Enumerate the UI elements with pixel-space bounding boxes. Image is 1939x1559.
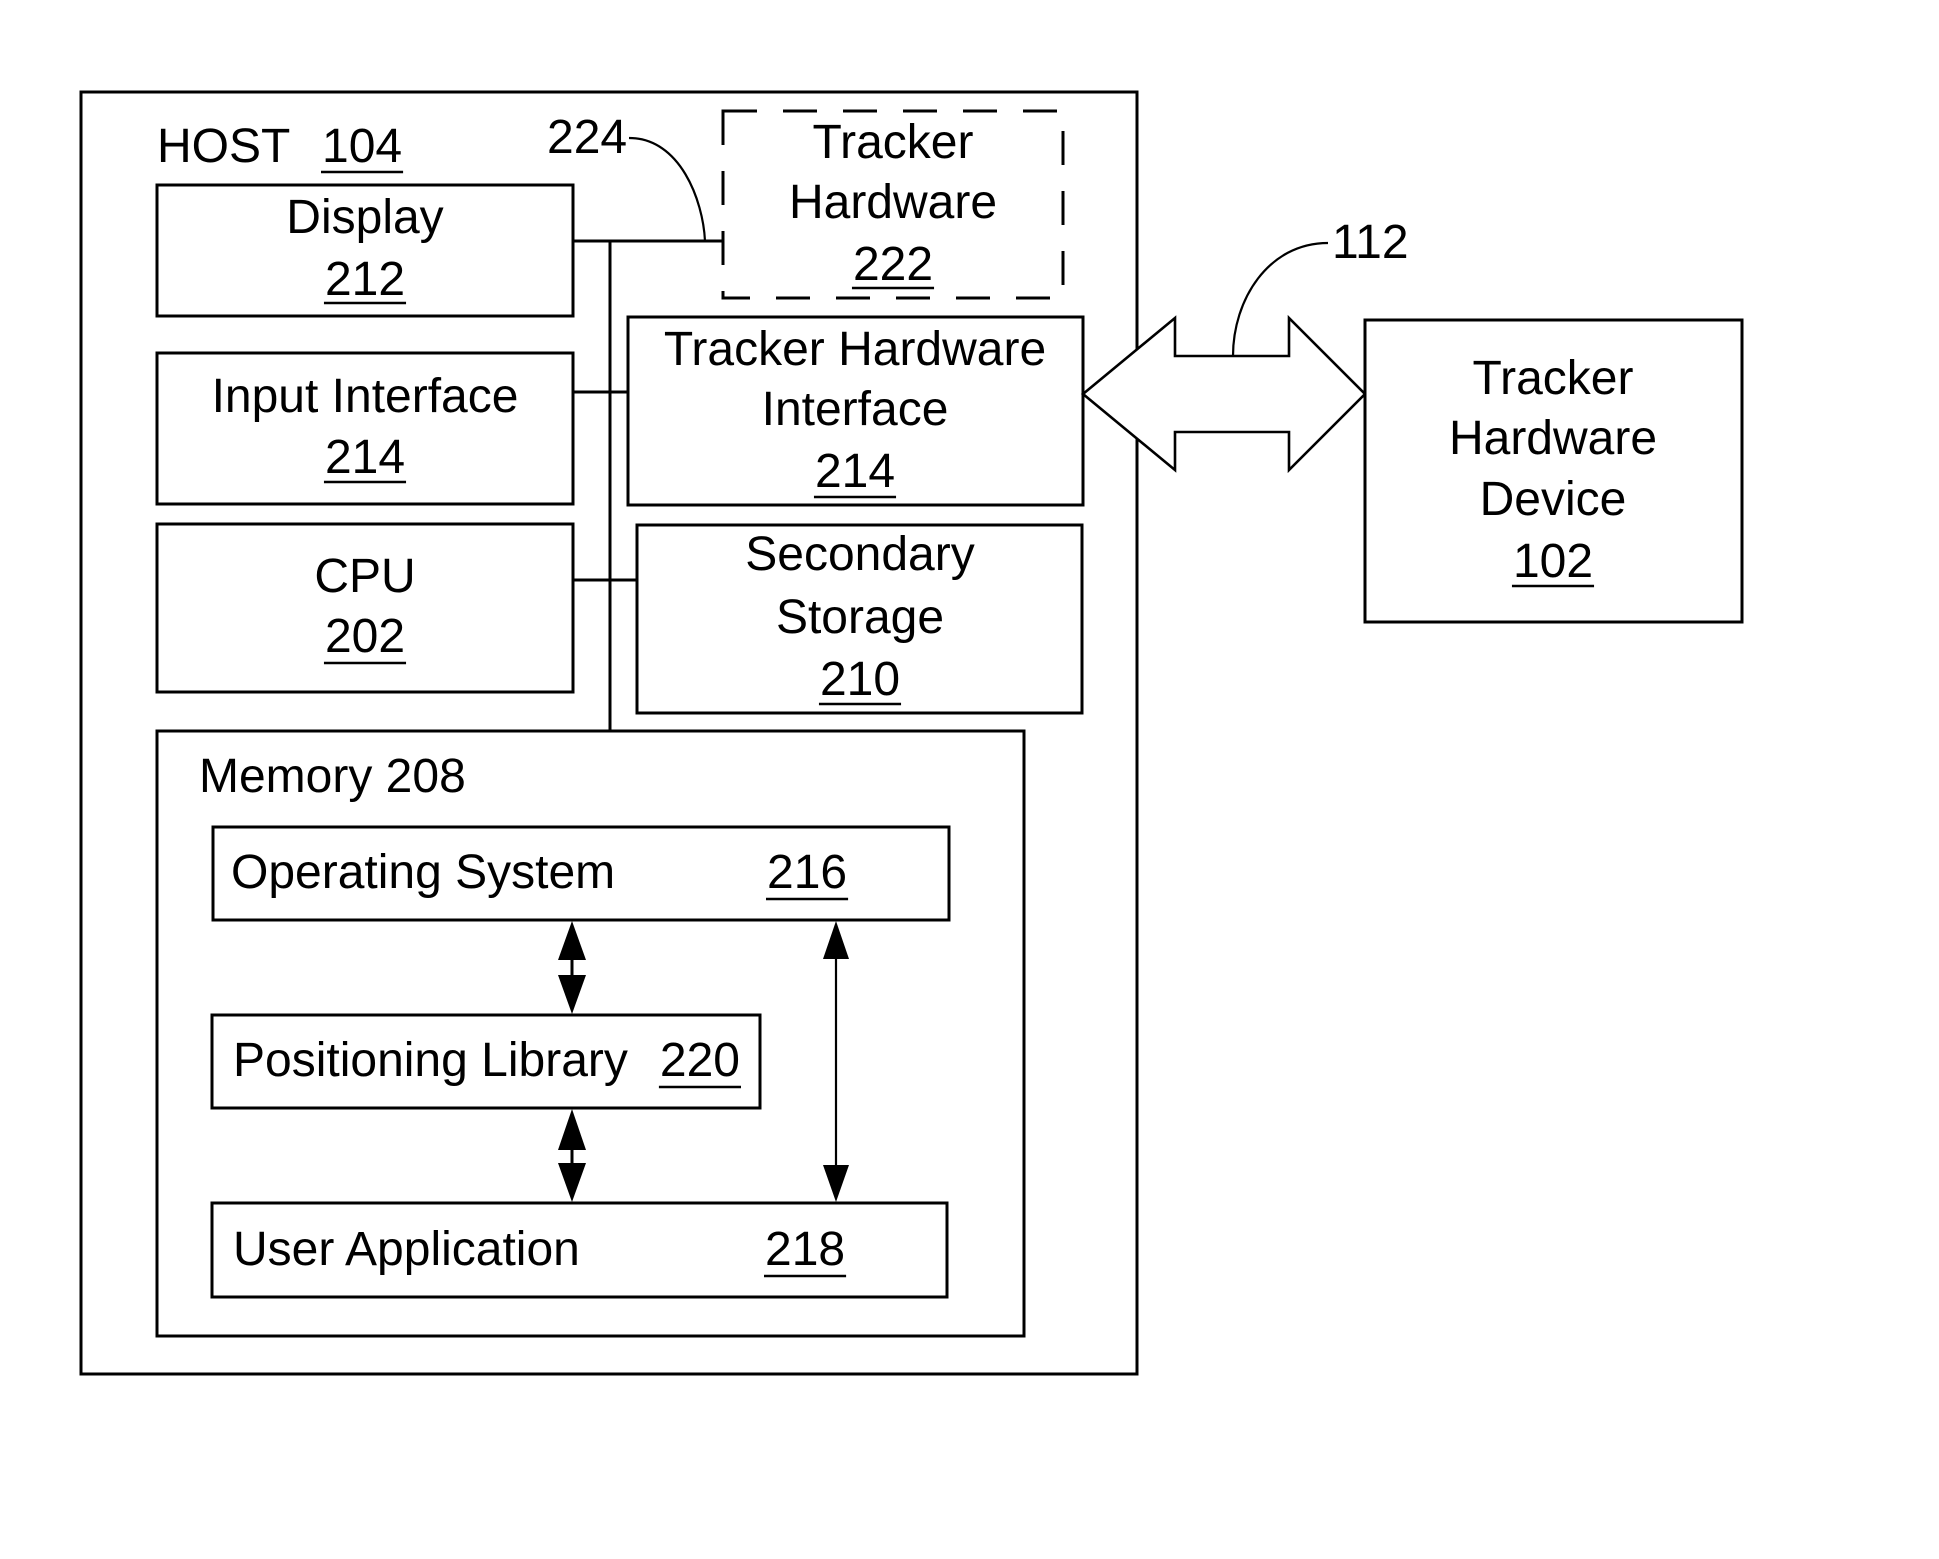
device-label-line-1: Tracker [1473,352,1634,405]
device-label-line-3: Device [1480,473,1627,526]
secondary-storage-ref: 210 [820,653,900,706]
secondary-storage-label-line-1: Secondary [745,528,974,581]
user-application-box: User Application 218 [210,1201,949,1299]
tracker-hardware-interface-box: Tracker Hardware Interface 214 [626,315,1085,507]
cpu-ref: 202 [325,610,405,663]
cpu-label: CPU [314,550,415,603]
bus-ref-label: 224 [547,111,627,164]
secondary-storage-box: Secondary Storage 210 [635,523,1084,715]
secondary-storage-label-line-2: Storage [776,591,944,644]
tracker-hardware-label-line-1: Tracker [813,116,974,169]
display-box: Display 212 [155,183,575,318]
positioning-library-label: Positioning Library [233,1034,628,1087]
operating-system-ref: 216 [767,846,847,899]
tracker-hardware-interface-label-line-2: Interface [762,383,949,436]
input-interface-ref: 214 [325,431,405,484]
operating-system-label: Operating System [231,846,615,899]
display-label: Display [286,191,443,244]
block-diagram: HOST 104 224 Display 212 Input Interface… [79,90,1744,1376]
tracker-hardware-device-box: Tracker Hardware Device 102 [1363,318,1744,624]
user-application-label: User Application [233,1223,580,1276]
user-application-ref: 218 [765,1223,845,1276]
positioning-library-ref: 220 [660,1034,740,1087]
memory-label: Memory 208 [199,750,466,803]
host-label: HOST [157,120,290,173]
device-ref: 102 [1513,535,1593,588]
tracker-hardware-interface-label-line-1: Tracker Hardware [664,323,1046,376]
tracker-hardware-label-line-2: Hardware [789,176,997,229]
connection-ref-leader [1231,241,1329,357]
tracker-hardware-ref: 222 [853,238,933,291]
positioning-library-box: Positioning Library 220 [210,1013,762,1110]
tracker-hardware-interface-ref: 214 [815,445,895,498]
cpu-box: CPU 202 [155,522,575,694]
connection-ref-label: 112 [1332,216,1409,269]
input-interface-label: Input Interface [212,370,519,423]
device-label-line-2: Hardware [1449,412,1657,465]
host-ref: 104 [322,120,402,173]
memory-box: Memory 208 Operating System 216 Position… [155,729,1026,1338]
display-ref: 212 [325,253,405,306]
operating-system-box: Operating System 216 [211,825,951,922]
